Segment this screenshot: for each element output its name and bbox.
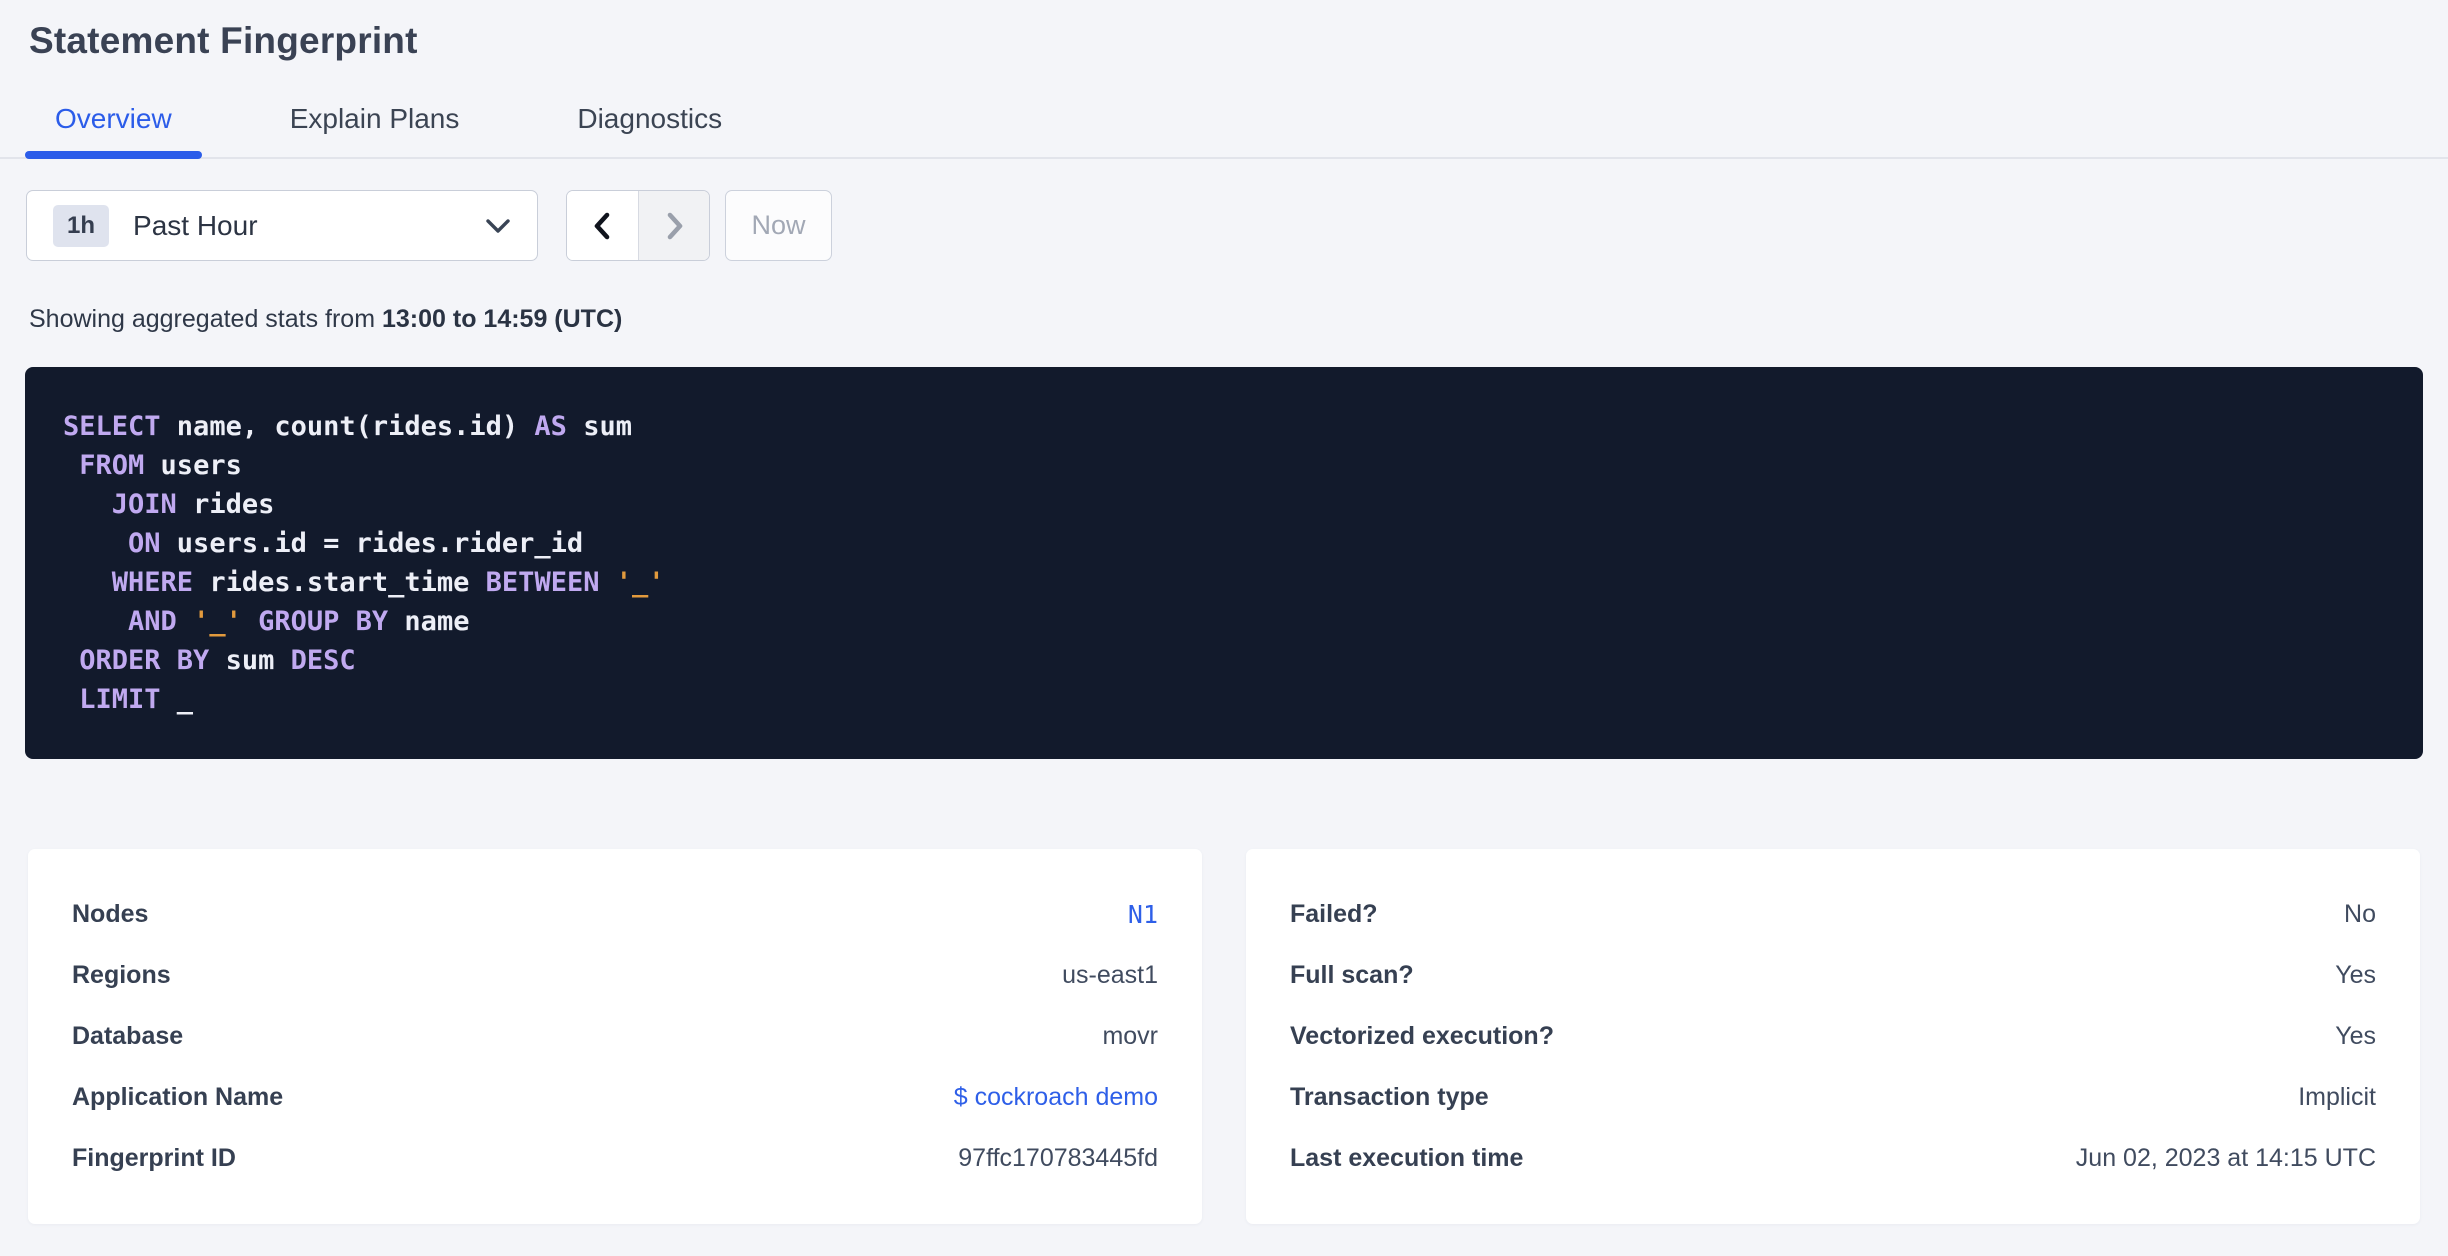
- row-value-link[interactable]: N1: [1128, 900, 1158, 929]
- row-label: Nodes: [72, 900, 149, 928]
- info-row: Nodes N1: [72, 884, 1158, 945]
- now-button[interactable]: Now: [725, 190, 832, 261]
- info-row: Application Name $ cockroach demo: [72, 1067, 1158, 1128]
- row-value: us-east1: [1062, 961, 1158, 989]
- statement-details-card: Nodes N1 Regions us-east1 Database movr Applic…: [28, 849, 1202, 1224]
- row-value: movr: [1102, 1022, 1158, 1050]
- time-range-label: Past Hour: [133, 209, 258, 241]
- tab-overview[interactable]: Overview: [25, 102, 202, 159]
- sql-line: ORDER BY sum DESC: [79, 645, 356, 676]
- time-range-badge: 1h: [53, 204, 110, 247]
- info-row: Transaction type Implicit: [1290, 1067, 2376, 1128]
- info-row: Vectorized execution? Yes: [1290, 1006, 2376, 1067]
- row-value: Jun 02, 2023 at 14:15 UTC: [2075, 1144, 2376, 1172]
- row-label: Fingerprint ID: [72, 1144, 236, 1172]
- tabs-bar: Overview Explain Plans Diagnostics: [0, 62, 2448, 159]
- sql-line: WHERE rides.start_time BETWEEN '_': [111, 567, 665, 598]
- info-row: Full scan? Yes: [1290, 945, 2376, 1006]
- row-value-link[interactable]: $ cockroach demo: [954, 1083, 1158, 1112]
- info-row: Regions us-east1: [72, 945, 1158, 1006]
- row-label: Database: [72, 1022, 184, 1050]
- sql-line: LIMIT _: [79, 684, 194, 715]
- chevron-right-icon: [659, 209, 689, 243]
- sql-line: AND '_' GROUP BY name: [128, 606, 470, 637]
- row-label: Full scan?: [1290, 961, 1414, 989]
- prev-time-button[interactable]: [567, 191, 638, 260]
- row-label: Transaction type: [1290, 1083, 1489, 1111]
- row-label: Last execution time: [1290, 1144, 1524, 1172]
- execution-attributes-card: Failed? No Full scan? Yes Vectorized executi…: [1246, 849, 2420, 1224]
- tab-explain-plans[interactable]: Explain Plans: [260, 102, 490, 157]
- row-value: Implicit: [2298, 1083, 2376, 1111]
- sql-statement-box: SELECT name, count(rides.id) AS sum FROM…: [25, 367, 2423, 759]
- row-value: 97ffc170783445fd: [958, 1144, 1158, 1172]
- caption-time-range: 13:00 to 14:59 (UTC): [381, 305, 623, 333]
- next-time-button[interactable]: [638, 191, 709, 260]
- time-range-dropdown[interactable]: 1h Past Hour: [26, 190, 538, 261]
- tab-diagnostics[interactable]: Diagnostics: [547, 102, 752, 157]
- time-step-button-group: [566, 190, 710, 261]
- sql-line: FROM users: [79, 450, 242, 481]
- chevron-left-icon: [588, 209, 618, 243]
- sql-line: SELECT name, count(rides.id) AS sum: [63, 411, 632, 442]
- row-value: Yes: [2335, 961, 2376, 989]
- caption-prefix: Showing aggregated stats from: [29, 305, 382, 333]
- info-row: Fingerprint ID 97ffc170783445fd: [72, 1128, 1158, 1189]
- row-label: Vectorized execution?: [1290, 1022, 1554, 1050]
- sql-line: JOIN rides: [111, 489, 275, 520]
- row-label: Application Name: [72, 1083, 284, 1111]
- row-label: Failed?: [1290, 900, 1378, 928]
- aggregated-stats-caption: Showing aggregated stats from 13:00 to 1…: [29, 305, 2423, 334]
- row-value: No: [2344, 900, 2376, 928]
- info-row: Last execution time Jun 02, 2023 at 14:15…: [1290, 1128, 2376, 1189]
- info-row: Database movr: [72, 1006, 1158, 1067]
- row-value: Yes: [2335, 1022, 2376, 1050]
- time-controls: 1h Past Hour Now: [26, 190, 2423, 261]
- sql-line: ON users.id = rides.rider_id: [128, 528, 584, 559]
- details-cards: Nodes N1 Regions us-east1 Database movr Applic…: [28, 849, 2420, 1224]
- row-label: Regions: [72, 961, 171, 989]
- chevron-down-icon: [485, 218, 511, 234]
- page-title: Statement Fingerprint: [29, 20, 418, 61]
- statement-fingerprint-page: Statement Fingerprint Overview Explain Pl…: [0, 0, 2448, 1224]
- info-row: Failed? No: [1290, 884, 2376, 945]
